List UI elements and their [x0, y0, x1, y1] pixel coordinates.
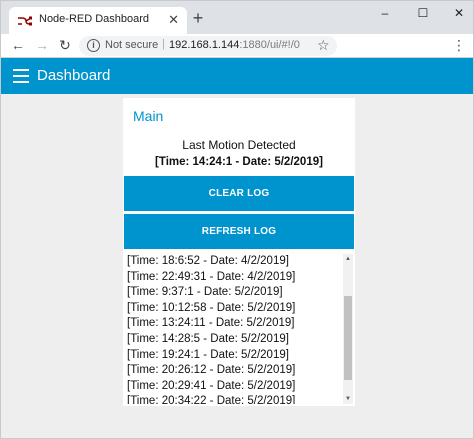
new-tab-icon[interactable]: +	[189, 9, 207, 27]
log-list-container[interactable]: [Time: 18:6:52 - Date: 4/2/2019] [Time: …	[127, 254, 353, 404]
tab-title: Node-RED Dashboard	[39, 13, 150, 25]
hamburger-menu-icon[interactable]	[13, 69, 29, 83]
log-item: [Time: 22:49:31 - Date: 4/2/2019]	[127, 270, 296, 283]
tab-close-icon[interactable]: ✕	[168, 12, 179, 28]
group-title: Main	[133, 108, 164, 124]
dashboard-content: Main Last Motion Detected [Time: 14:24:1…	[0, 94, 474, 439]
log-item: [Time: 20:34:22 - Date: 5/2/2019]	[127, 395, 296, 404]
browser-menu-icon[interactable]: ⋮	[451, 36, 467, 54]
motion-value: [Time: 14:24:1 - Date: 5/2/2019]	[155, 156, 323, 168]
page-title: Dashboard	[37, 67, 111, 84]
minimize-icon[interactable]: –	[375, 5, 395, 21]
url-separator: |	[162, 38, 165, 50]
log-item: [Time: 20:26:12 - Date: 5/2/2019]	[127, 364, 296, 377]
scrollbar-thumb[interactable]	[344, 296, 352, 381]
log-item: [Time: 10:12:58 - Date: 5/2/2019]	[127, 301, 296, 314]
clear-log-button[interactable]: CLEAR LOG	[124, 176, 354, 211]
url-text: 192.168.1.144:1880/ui/#!/0	[169, 39, 300, 51]
group-card-main: Main Last Motion Detected [Time: 14:24:1…	[123, 98, 355, 406]
forward-icon[interactable]: →	[33, 36, 51, 54]
security-status: Not secure	[105, 39, 159, 51]
scroll-down-icon[interactable]: ▼	[343, 394, 353, 404]
info-icon[interactable]: i	[87, 39, 100, 52]
log-scrollbar[interactable]: ▲ ▼	[343, 254, 353, 404]
refresh-log-button[interactable]: REFRESH LOG	[124, 214, 354, 249]
motion-label: Last Motion Detected	[182, 138, 296, 152]
log-item: [Time: 20:29:41 - Date: 5/2/2019]	[127, 379, 296, 392]
browser-tab-bar: Node-RED Dashboard ✕ + – ☐ ✕	[0, 0, 474, 35]
log-item: [Time: 18:6:52 - Date: 4/2/2019]	[127, 255, 289, 267]
node-red-icon	[18, 16, 32, 26]
scroll-up-icon[interactable]: ▲	[343, 254, 353, 264]
bookmark-star-icon[interactable]: ☆	[317, 37, 330, 54]
close-window-icon[interactable]: ✕	[449, 5, 469, 21]
log-item: [Time: 19:24:1 - Date: 5/2/2019]	[127, 348, 289, 361]
log-item: [Time: 9:37:1 - Date: 5/2/2019]	[127, 286, 283, 299]
browser-tab[interactable]: Node-RED Dashboard ✕	[9, 7, 187, 35]
log-item: [Time: 13:24:11 - Date: 5/2/2019]	[127, 317, 295, 330]
log-list: [Time: 18:6:52 - Date: 4/2/2019] [Time: …	[127, 254, 341, 404]
log-item: [Time: 14:28:5 - Date: 5/2/2019]	[127, 332, 289, 345]
address-bar[interactable]: i Not secure | 192.168.1.144:1880/ui/#!/…	[79, 36, 337, 56]
url-host: 192.168.1.144	[169, 39, 240, 51]
dashboard-header: Dashboard	[0, 58, 474, 94]
url-path: :1880/ui/#!/0	[239, 39, 300, 51]
back-icon[interactable]: ←	[9, 36, 27, 54]
reload-icon[interactable]: ↻	[56, 36, 74, 54]
browser-toolbar: ← → ↻ i Not secure | 192.168.1.144:1880/…	[0, 34, 474, 58]
maximize-icon[interactable]: ☐	[413, 5, 433, 21]
